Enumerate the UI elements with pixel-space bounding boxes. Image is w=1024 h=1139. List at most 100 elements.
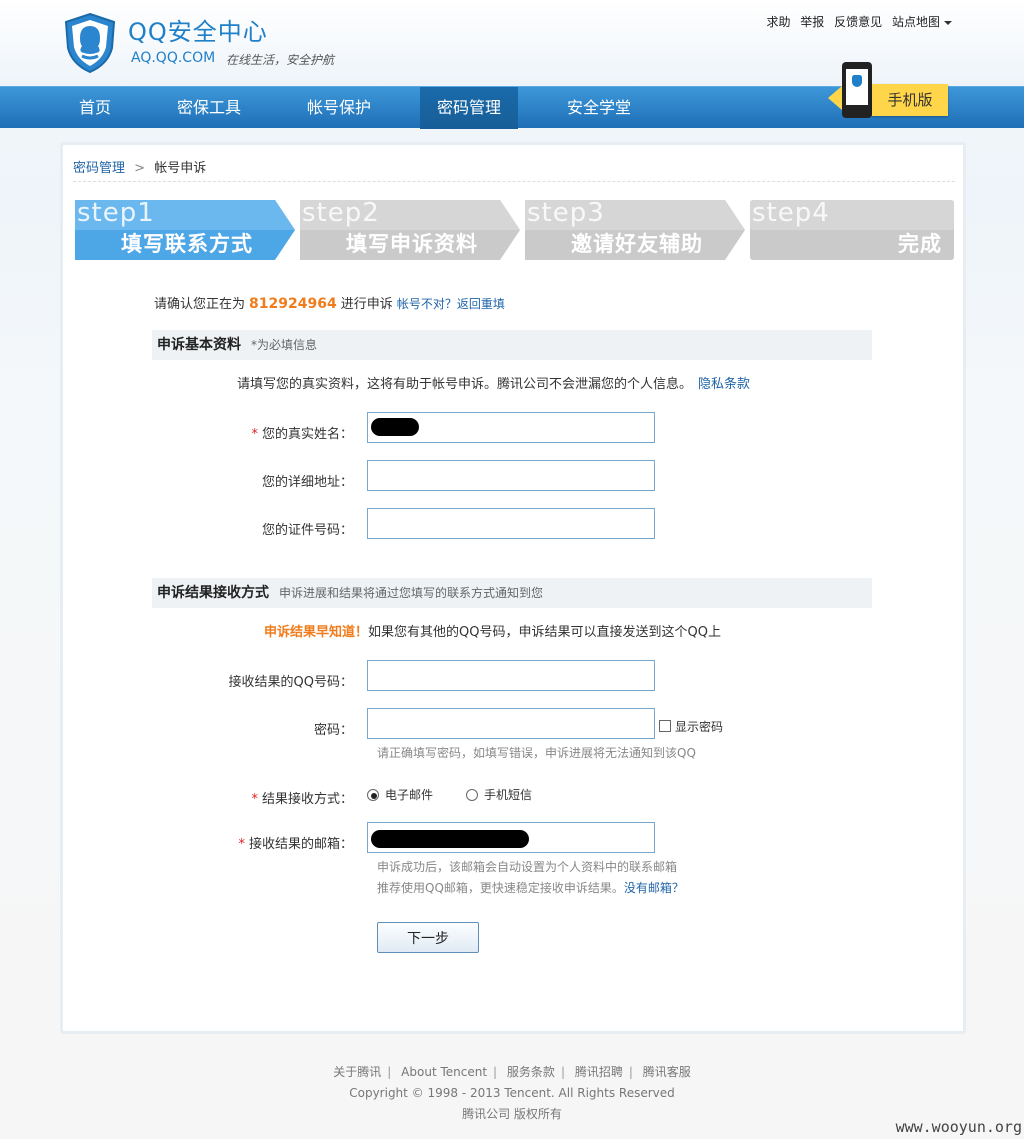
address-input[interactable] <box>367 460 655 491</box>
email-label: * 接收结果的邮箱： <box>238 833 353 852</box>
checkbox-icon <box>659 720 671 732</box>
step-2-number: step2 <box>302 198 380 228</box>
footer-links: 关于腾讯 | About Tencent | 服务条款 | 腾讯招聘 | 腾讯客服 <box>333 1065 691 1079</box>
step-3: step3 邀请好友辅助 <box>525 198 747 260</box>
breadcrumb: 密码管理 > 帐号申诉 <box>73 157 206 176</box>
confirm-prefix: 请确认您正在为 <box>154 297 246 312</box>
no-email-link[interactable]: 没有邮箱？ <box>624 881 684 895</box>
show-password-label: 显示密码 <box>675 720 724 734</box>
help-link[interactable]: 求助 <box>766 15 790 29</box>
step-1-title: 填写联系方式 <box>121 232 253 256</box>
footer-support[interactable]: 腾讯客服 <box>643 1065 691 1079</box>
footer-about-tencent-en[interactable]: About Tencent <box>401 1065 487 1079</box>
breadcrumb-divider <box>73 181 955 182</box>
site-slogan: 在线生活，安全护航 <box>226 53 335 67</box>
email-note-line-2: 推荐使用QQ邮箱，更快速稳定接收申诉结果。没有邮箱？ <box>377 878 684 899</box>
step-2-title: 填写申诉资料 <box>346 232 478 256</box>
next-step-button[interactable]: 下一步 <box>377 922 479 953</box>
id-number-input[interactable] <box>367 508 655 539</box>
shield-logo-icon[interactable] <box>62 12 118 74</box>
radio-sms-label: 手机短信 <box>484 788 533 802</box>
ribbon-tail <box>828 86 842 110</box>
redaction-mask <box>371 418 419 436</box>
receive-qq-input[interactable] <box>367 660 655 691</box>
promo-text: 如果您有其他的QQ号码，申诉结果可以直接发送到这个QQ上 <box>368 625 721 640</box>
step-4: step4 完成 <box>750 198 955 260</box>
privacy-hint-text: 请填写您的真实资料，这将有助于帐号申诉。腾讯公司不会泄漏您的个人信息。 <box>237 377 693 392</box>
required-star: * <box>238 837 245 852</box>
sitemap-label: 站点地图 <box>891 15 940 29</box>
radio-email-label: 电子邮件 <box>385 788 434 802</box>
nav-security-school[interactable]: 安全学堂 <box>550 87 648 129</box>
redaction-mask <box>371 830 529 848</box>
site-title[interactable]: QQ安全中心 <box>128 12 268 47</box>
sitemap-link[interactable]: 站点地图 <box>892 15 952 29</box>
step-4-number: step4 <box>752 198 830 228</box>
privacy-policy-link[interactable]: 隐私条款 <box>698 377 750 392</box>
report-link[interactable]: 举报 <box>800 15 824 29</box>
breadcrumb-parent[interactable]: 密码管理 <box>73 161 125 176</box>
caret-down-icon <box>944 20 952 25</box>
nav-security-tools[interactable]: 密保工具 <box>160 87 258 129</box>
receive-qq-label: 接收结果的QQ号码： <box>228 675 353 690</box>
site-footer: 关于腾讯 | About Tencent | 服务条款 | 腾讯招聘 | 腾讯客服 Co… <box>0 1062 1024 1125</box>
account-confirm: 请确认您正在为 812924964 进行申诉 帐号不对？返回重填 <box>154 293 505 312</box>
section-result-method-title: 申诉结果接收方式 <box>157 585 269 601</box>
footer-copyright: Copyright © 1998 - 2013 Tencent. All Rig… <box>349 1086 675 1100</box>
id-number-label: 您的证件号码： <box>261 523 353 538</box>
required-star: * <box>251 427 258 442</box>
step-1: step1 填写联系方式 <box>75 198 297 260</box>
wrong-account-link[interactable]: 帐号不对？返回重填 <box>397 297 505 311</box>
email-note-line-2-text: 推荐使用QQ邮箱，更快速稳定接收申诉结果。 <box>377 881 624 895</box>
real-name-label-text: 您的真实姓名： <box>261 427 353 442</box>
radio-email[interactable]: 电子邮件 <box>367 786 433 803</box>
footer-terms[interactable]: 服务条款 <box>507 1065 555 1079</box>
breadcrumb-current: 帐号申诉 <box>154 161 207 176</box>
section-result-method-subtitle: 申诉进展和结果将通过您填写的联系方式通知到您 <box>279 586 544 600</box>
promo-line: 申诉结果早知道！如果您有其他的QQ号码，申诉结果可以直接发送到这个QQ上 <box>264 621 721 640</box>
password-note: 请正确填写密码，如填写错误，申诉进展将无法通知到该QQ <box>377 746 696 760</box>
mobile-version-badge[interactable]: 手机版 <box>828 62 950 120</box>
step-1-number: step1 <box>77 198 155 228</box>
password-label: 密码： <box>313 723 353 738</box>
email-note: 申诉成功后，该邮箱会自动设置为个人资料中的联系邮箱 推荐使用QQ邮箱，更快速稳定… <box>377 857 684 899</box>
mobile-version-label: 手机版 <box>872 84 948 116</box>
section-basic-info-title: 申诉基本资料 <box>157 337 241 353</box>
section-result-method-header: 申诉结果接收方式 申诉进展和结果将通过您填写的联系方式通知到您 <box>152 578 872 608</box>
footer-company: 腾讯公司 版权所有 <box>462 1107 562 1121</box>
method-label-text: 结果接收方式： <box>261 792 353 807</box>
nav-account-protection[interactable]: 帐号保护 <box>290 87 388 129</box>
required-note: *为必填信息 <box>251 338 318 352</box>
required-star: * <box>251 792 258 807</box>
show-password-toggle[interactable]: 显示密码 <box>659 718 723 735</box>
step-3-number: step3 <box>527 198 605 228</box>
email-label-text: 接收结果的邮箱： <box>248 837 353 852</box>
qq-number: 812924964 <box>249 296 337 312</box>
watermark: www.wooyun.org <box>895 1118 1022 1136</box>
main-panel: 密码管理 > 帐号申诉 step1 填写联系方式 step2 填写申诉资料 st… <box>60 142 966 1034</box>
radio-selected-icon <box>367 789 379 801</box>
nav-password-management[interactable]: 密码管理 <box>420 87 518 129</box>
step-2: step2 填写申诉资料 <box>300 198 522 260</box>
password-input[interactable] <box>367 708 655 739</box>
radio-sms[interactable]: 手机短信 <box>466 786 532 803</box>
breadcrumb-separator: > <box>134 161 146 176</box>
feedback-link[interactable]: 反馈意见 <box>834 15 882 29</box>
method-label: * 结果接收方式： <box>251 788 353 807</box>
email-note-line-1: 申诉成功后，该邮箱会自动设置为个人资料中的联系邮箱 <box>377 860 678 874</box>
nav-home[interactable]: 首页 <box>60 87 130 129</box>
real-name-label: * 您的真实姓名： <box>251 423 353 442</box>
site-domain: AQ.QQ.COM <box>131 50 216 66</box>
privacy-hint: 请填写您的真实资料，这将有助于帐号申诉。腾讯公司不会泄漏您的个人信息。 隐私条款 <box>237 373 750 392</box>
promo-highlight: 申诉结果早知道！ <box>264 625 369 640</box>
phone-icon <box>842 62 872 118</box>
footer-about-tencent-cn[interactable]: 关于腾讯 <box>333 1065 381 1079</box>
footer-careers[interactable]: 腾讯招聘 <box>575 1065 623 1079</box>
section-basic-info-header: 申诉基本资料 *为必填信息 <box>152 330 872 360</box>
radio-unselected-icon <box>466 789 478 801</box>
address-label: 您的详细地址： <box>261 475 353 490</box>
confirm-suffix: 进行申诉 <box>340 297 393 312</box>
top-links: 求助 举报 反馈意见 站点地图 <box>760 13 952 30</box>
step-4-title: 完成 <box>898 232 942 256</box>
step-3-title: 邀请好友辅助 <box>571 232 703 256</box>
